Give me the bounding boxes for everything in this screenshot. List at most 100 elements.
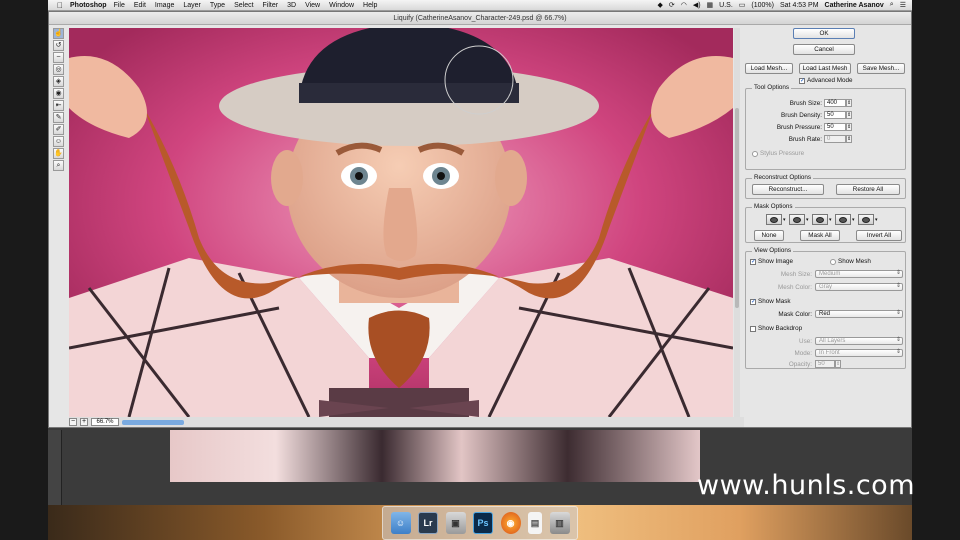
mask-none-button[interactable]: None xyxy=(754,230,784,241)
menu-filter[interactable]: Filter xyxy=(263,2,279,9)
load-last-mesh-button[interactable]: Load Last Mesh xyxy=(799,63,851,74)
notification-icon[interactable]: ☰ xyxy=(900,1,906,9)
mask-replace-dropdown-icon[interactable]: ▾ xyxy=(783,217,788,223)
show-mesh-checkbox[interactable] xyxy=(830,258,836,265)
brush-rate-input[interactable]: 0 xyxy=(824,135,846,143)
mask-all-button[interactable]: Mask All xyxy=(800,230,840,241)
pucker-tool-icon[interactable]: ◈ xyxy=(53,76,64,87)
mask-invert-icon[interactable] xyxy=(858,214,874,225)
mask-intersect-icon[interactable] xyxy=(835,214,851,225)
mesh-color-select[interactable]: Gray xyxy=(815,283,903,291)
brush-size-input[interactable]: 400 xyxy=(824,99,846,107)
mesh-size-label: Mesh Size: xyxy=(780,270,812,278)
mode-select[interactable]: In Front xyxy=(815,349,903,357)
restore-all-button[interactable]: Restore All xyxy=(836,184,900,195)
advanced-mode-checkbox[interactable]: ✓ xyxy=(799,77,805,84)
mask-add-icon[interactable] xyxy=(789,214,805,225)
show-mesh-label: Show Mesh xyxy=(838,258,871,265)
sync-icon[interactable]: ⟳ xyxy=(669,1,675,9)
dropbox-icon[interactable]: ◆ xyxy=(657,1,662,9)
invert-all-button[interactable]: Invert All xyxy=(856,230,902,241)
lightroom-icon[interactable]: Lr xyxy=(418,512,438,534)
show-backdrop-checkbox[interactable] xyxy=(750,325,756,332)
zoom-in-button[interactable]: + xyxy=(80,418,88,426)
vertical-scroll-thumb[interactable] xyxy=(735,108,739,308)
document-icon[interactable]: ▤ xyxy=(528,512,542,534)
bloat-tool-icon[interactable]: ◉ xyxy=(53,88,64,99)
liquify-canvas[interactable] xyxy=(69,28,733,417)
menu-3d[interactable]: 3D xyxy=(287,2,296,9)
firefox-icon[interactable]: ◉ xyxy=(500,512,521,534)
wifi-icon[interactable]: ◠ xyxy=(681,1,687,9)
opacity-label: Opacity: xyxy=(788,360,812,368)
brush-pressure-input[interactable]: 50 xyxy=(824,123,846,131)
finder-icon[interactable]: ☺ xyxy=(390,512,411,534)
mask-invert-dropdown-icon[interactable]: ▾ xyxy=(875,217,880,223)
battery-icon[interactable]: ▭ xyxy=(739,1,746,9)
menu-window[interactable]: Window xyxy=(329,2,354,9)
brush-size-stepper[interactable]: ⇕ xyxy=(846,99,852,107)
menu-edit[interactable]: Edit xyxy=(134,2,146,9)
save-mesh-button[interactable]: Save Mesh... xyxy=(857,63,905,74)
menu-help[interactable]: Help xyxy=(363,2,377,9)
menu-layer[interactable]: Layer xyxy=(183,2,201,9)
menu-image[interactable]: Image xyxy=(155,2,174,9)
hand-tool-icon[interactable]: ✋ xyxy=(53,148,64,159)
mask-add-dropdown-icon[interactable]: ▾ xyxy=(806,217,811,223)
menu-app-name[interactable]: Photoshop xyxy=(70,2,107,9)
brush-density-input[interactable]: 50 xyxy=(824,111,846,119)
tool-options-group: Tool Options Brush Size: 400 ⇕ Brush Den… xyxy=(745,84,906,170)
show-image-checkbox[interactable]: ✓ xyxy=(750,258,756,265)
clock[interactable]: Sat 4:53 PM xyxy=(780,2,819,9)
show-mask-row: ✓ Show Mask xyxy=(750,298,791,305)
face-tool-icon[interactable]: ☺ xyxy=(53,136,64,147)
trash-icon[interactable]: ▥ xyxy=(549,512,570,534)
mesh-size-select[interactable]: Medium xyxy=(815,270,903,278)
zoom-value[interactable]: 66.7% xyxy=(91,418,119,426)
ok-button[interactable]: OK xyxy=(793,28,855,39)
brush-pressure-stepper[interactable]: ⇕ xyxy=(846,123,852,131)
mask-subtract-icon[interactable] xyxy=(812,214,828,225)
mask-intersect-dropdown-icon[interactable]: ▾ xyxy=(852,217,857,223)
user-name[interactable]: Catherine Asanov xyxy=(825,2,884,9)
menu-type[interactable]: Type xyxy=(210,2,225,9)
brush-rate-stepper[interactable]: ⇕ xyxy=(846,135,852,143)
forward-warp-tool-icon[interactable]: ☝ xyxy=(53,28,64,39)
zoom-tool-icon[interactable]: ⌕ xyxy=(53,160,64,171)
preview-icon[interactable]: ▣ xyxy=(445,512,466,534)
show-mask-checkbox[interactable]: ✓ xyxy=(750,298,756,305)
spotlight-icon[interactable]: ⌕ xyxy=(890,1,894,9)
brush-density-stepper[interactable]: ⇕ xyxy=(846,111,852,119)
menu-view[interactable]: View xyxy=(305,2,320,9)
photoshop-icon[interactable]: Ps xyxy=(473,512,493,534)
zoom-bar: − + 66.7% xyxy=(69,417,744,427)
thaw-mask-tool-icon[interactable]: ✐ xyxy=(53,124,64,135)
mask-subtract-dropdown-icon[interactable]: ▾ xyxy=(829,217,834,223)
volume-icon[interactable]: ◀) xyxy=(693,1,701,9)
opacity-input[interactable]: 50 xyxy=(815,360,835,368)
zoom-out-button[interactable]: − xyxy=(69,418,77,426)
mask-color-select[interactable]: Red xyxy=(815,310,903,318)
push-left-tool-icon[interactable]: ⇤ xyxy=(53,100,64,111)
flag-icon[interactable]: ▦ xyxy=(707,1,714,9)
mask-replace-icon[interactable] xyxy=(766,214,782,225)
brush-density-row: Brush Density: 50 ⇕ xyxy=(746,111,852,119)
use-select[interactable]: All Layers xyxy=(815,337,903,345)
apple-icon[interactable]:  xyxy=(54,1,66,10)
input-source[interactable]: U.S. xyxy=(719,2,733,9)
mesh-color-label: Mesh Color: xyxy=(778,283,812,291)
load-mesh-button[interactable]: Load Mesh... xyxy=(745,63,793,74)
horizontal-scroll-thumb[interactable] xyxy=(122,419,184,425)
freeze-mask-tool-icon[interactable]: ✎ xyxy=(53,112,64,123)
menu-file[interactable]: File xyxy=(114,2,125,9)
reconstruct-button[interactable]: Reconstruct... xyxy=(752,184,824,195)
advanced-mode-row: ✓ Advanced Mode xyxy=(799,77,853,84)
opacity-stepper[interactable]: ⇕ xyxy=(835,360,841,368)
smooth-tool-icon[interactable]: ~ xyxy=(53,52,64,63)
menu-select[interactable]: Select xyxy=(234,2,253,9)
reconstruct-tool-icon[interactable]: ↺ xyxy=(53,40,64,51)
stylus-pressure-checkbox[interactable] xyxy=(752,150,758,157)
twirl-clockwise-tool-icon[interactable]: ◎ xyxy=(53,64,64,75)
cancel-button[interactable]: Cancel xyxy=(793,44,855,55)
canvas-vertical-scrollbar[interactable] xyxy=(734,28,740,417)
